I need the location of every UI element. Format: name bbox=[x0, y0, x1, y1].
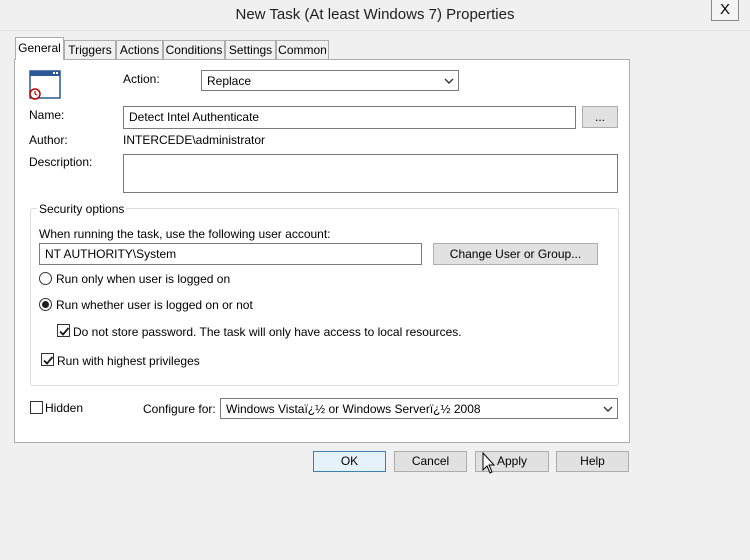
security-options-legend: Security options bbox=[37, 202, 127, 216]
tab-triggers[interactable]: Triggers bbox=[64, 40, 116, 59]
run-logged-on-radio[interactable] bbox=[39, 272, 52, 285]
configure-for-label: Configure for: bbox=[143, 402, 216, 416]
tab-settings[interactable]: Settings bbox=[225, 40, 276, 59]
task-window-icon bbox=[29, 70, 61, 100]
highest-privileges-checkbox[interactable] bbox=[41, 353, 54, 366]
action-label: Action: bbox=[123, 72, 160, 86]
description-field[interactable] bbox=[123, 154, 618, 193]
checkmark-icon bbox=[43, 356, 54, 365]
no-store-password-label: Do not store password. The task will onl… bbox=[73, 325, 462, 339]
configure-for-select[interactable]: Windows Vistaï¿½ or Windows Serverï¿½ 20… bbox=[220, 398, 618, 419]
highest-privileges-label: Run with highest privileges bbox=[57, 354, 200, 368]
author-label: Author: bbox=[29, 133, 68, 147]
name-label: Name: bbox=[29, 108, 65, 122]
tab-common[interactable]: Common bbox=[276, 40, 329, 59]
hidden-label: Hidden bbox=[45, 401, 84, 415]
hidden-checkbox[interactable] bbox=[30, 401, 43, 414]
title-bar: New Task (At least Windows 7) Properties… bbox=[0, 0, 750, 31]
account-prompt: When running the task, use the following… bbox=[39, 227, 331, 241]
close-button[interactable]: X bbox=[711, 0, 739, 21]
tab-actions[interactable]: Actions bbox=[116, 40, 163, 59]
action-select-value: Replace bbox=[207, 74, 252, 88]
cancel-button[interactable]: Cancel bbox=[394, 451, 467, 472]
no-store-password-checkbox[interactable] bbox=[57, 324, 70, 337]
tab-general[interactable]: General bbox=[15, 37, 64, 60]
browse-button[interactable]: ... bbox=[582, 106, 618, 128]
name-field[interactable]: Detect Intel Authenticate bbox=[123, 106, 576, 129]
help-button[interactable]: Help bbox=[556, 451, 629, 472]
configure-for-value: Windows Vistaï¿½ or Windows Serverï¿½ 20… bbox=[226, 402, 481, 416]
tab-conditions[interactable]: Conditions bbox=[163, 40, 225, 59]
chevron-down-icon bbox=[444, 75, 454, 85]
checkmark-icon bbox=[59, 327, 70, 336]
chevron-down-icon bbox=[603, 403, 613, 413]
window-title: New Task (At least Windows 7) Properties bbox=[235, 6, 515, 23]
ok-button[interactable]: OK bbox=[313, 451, 386, 472]
run-whether-radio[interactable] bbox=[39, 298, 52, 311]
author-value: INTERCEDE\administrator bbox=[123, 133, 266, 147]
user-account-field[interactable]: NT AUTHORITY\System bbox=[39, 243, 422, 265]
action-select[interactable]: Replace bbox=[201, 70, 459, 91]
mouse-pointer-icon bbox=[482, 451, 496, 476]
change-user-button[interactable]: Change User or Group... bbox=[433, 243, 598, 265]
run-whether-label: Run whether user is logged on or not bbox=[56, 298, 253, 312]
run-logged-on-label: Run only when user is logged on bbox=[56, 272, 231, 286]
description-label: Description: bbox=[29, 155, 93, 169]
